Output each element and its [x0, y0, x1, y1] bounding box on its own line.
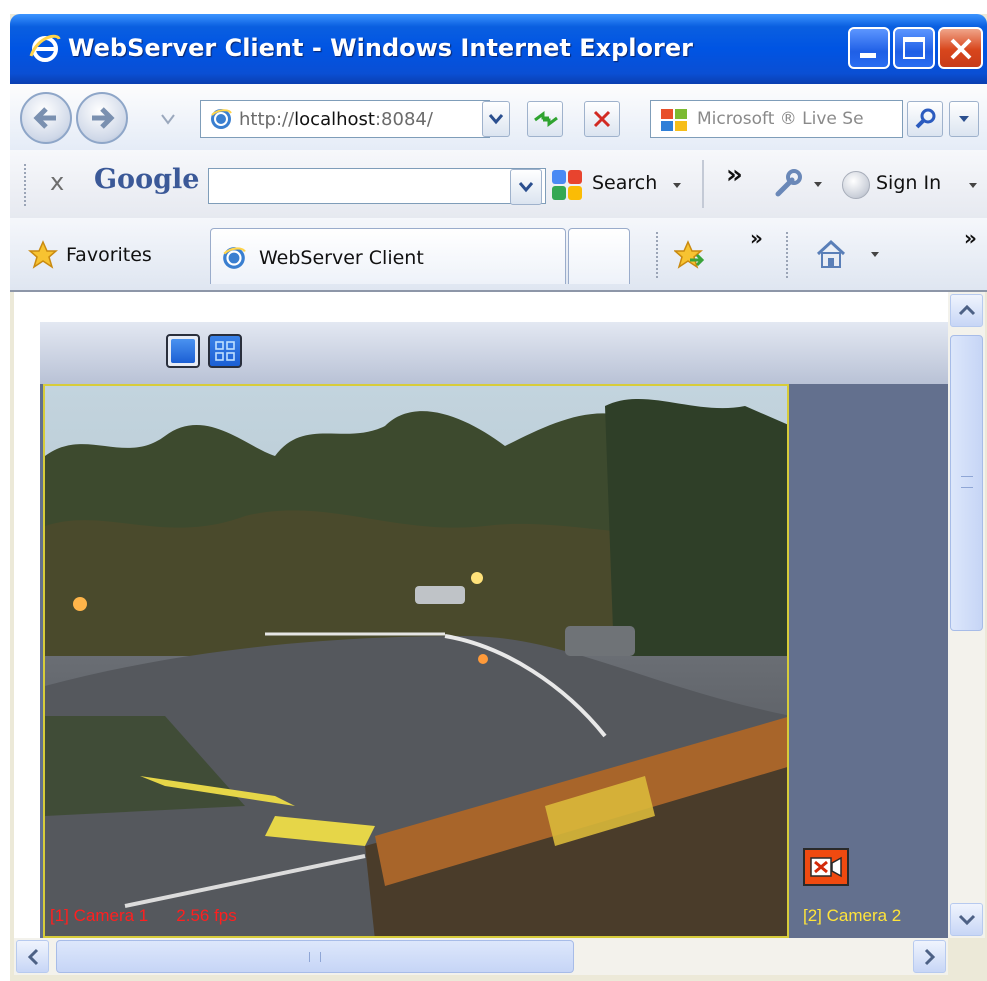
- chevron-down-icon[interactable]: [813, 181, 823, 188]
- grid-view-icon: [215, 341, 235, 361]
- search-label: Search: [592, 172, 658, 194]
- google-logo: Google: [94, 164, 200, 195]
- chevron-down-icon: [673, 183, 681, 188]
- more-favorites-chevron-icon[interactable]: »: [750, 226, 763, 250]
- chevron-down-icon: [969, 183, 977, 188]
- google-search-button[interactable]: Search: [550, 166, 690, 204]
- scroll-up-button[interactable]: [950, 294, 983, 327]
- windows-flag-icon: [661, 109, 687, 131]
- scroll-left-button[interactable]: [16, 940, 49, 973]
- favorites-button[interactable]: Favorites: [28, 236, 188, 276]
- sign-in-label: Sign In: [876, 172, 942, 194]
- chevron-down-icon: [959, 116, 969, 122]
- google-search-input[interactable]: [208, 168, 546, 204]
- camera-1-name: [1] Camera 1: [50, 906, 149, 925]
- magnifier-icon: [915, 108, 936, 129]
- navigation-bar: http://localhost:8084/ Microsoft ® Live …: [10, 84, 987, 151]
- close-icon: [950, 38, 972, 60]
- live-search-input[interactable]: Microsoft ® Live Se: [650, 100, 903, 138]
- refresh-icon: [534, 111, 558, 127]
- back-arrow-icon: [33, 107, 56, 129]
- search-options-button[interactable]: [949, 101, 979, 137]
- minimize-icon: [860, 53, 876, 58]
- horizontal-scroll-thumb[interactable]: [56, 940, 574, 973]
- chevron-down-icon[interactable]: [870, 251, 880, 258]
- new-tab-button[interactable]: [568, 228, 630, 284]
- google-colors-icon: [552, 170, 582, 200]
- favorites-tab-bar: Favorites WebServer Client » »: [10, 218, 987, 292]
- add-favorite-icon[interactable]: [674, 240, 706, 270]
- grip-icon: [309, 952, 321, 962]
- google-toolbar: x Google Search » Sign In: [10, 150, 987, 219]
- search-go-button[interactable]: [907, 101, 943, 137]
- chevron-down-icon: [488, 114, 504, 125]
- history-dropdown-icon[interactable]: [160, 112, 176, 126]
- back-button[interactable]: [20, 92, 72, 144]
- window-title: WebServer Client - Windows Internet Expl…: [68, 34, 693, 62]
- single-view-button[interactable]: [166, 334, 200, 368]
- stop-icon: [593, 110, 611, 128]
- google-search-dropdown[interactable]: [510, 169, 542, 205]
- scrollbar-corner: [948, 938, 985, 975]
- google-close-icon[interactable]: x: [50, 168, 64, 196]
- chevron-down-icon: [958, 914, 976, 926]
- more-tools-chevron-icon[interactable]: »: [726, 160, 743, 190]
- toolbar-separator: [786, 232, 788, 278]
- camera-1-view[interactable]: [43, 384, 789, 938]
- toolbar-grip[interactable]: [24, 164, 30, 206]
- wrench-icon[interactable]: [772, 168, 804, 200]
- vertical-scrollbar[interactable]: [948, 292, 985, 938]
- star-icon: [28, 240, 58, 269]
- maximize-button[interactable]: [893, 27, 935, 69]
- vertical-scroll-thumb[interactable]: [950, 335, 983, 631]
- camera-1-feed-image: [45, 386, 787, 936]
- grid-view-button[interactable]: [208, 334, 242, 368]
- address-dropdown-button[interactable]: [482, 101, 510, 137]
- chevron-right-icon: [924, 948, 936, 966]
- forward-arrow-icon: [92, 107, 115, 129]
- tab-title: WebServer Client: [259, 247, 424, 269]
- camera-2-label: [2] Camera 2: [803, 906, 902, 925]
- maximize-icon: [903, 37, 925, 59]
- horizontal-scrollbar[interactable]: [14, 938, 948, 975]
- home-icon[interactable]: [814, 238, 848, 270]
- page-globe-icon: [211, 109, 232, 129]
- close-button[interactable]: [938, 27, 983, 69]
- minimize-button[interactable]: [848, 27, 890, 69]
- title-bar: WebServer Client - Windows Internet Expl…: [10, 14, 987, 84]
- stop-button[interactable]: [584, 101, 620, 137]
- tab-webserver-client[interactable]: WebServer Client: [210, 228, 566, 284]
- camera-off-icon: [803, 848, 849, 886]
- live-search-placeholder: Microsoft ® Live Se: [697, 109, 864, 129]
- ie-logo-icon: [29, 34, 61, 62]
- favorites-label: Favorites: [66, 244, 152, 266]
- sign-in-button[interactable]: Sign In: [840, 166, 982, 204]
- chevron-left-icon: [27, 948, 39, 966]
- address-bar[interactable]: http://localhost:8084/: [200, 100, 490, 138]
- refresh-button[interactable]: [527, 101, 563, 137]
- camera-1-fps: 2.56 fps: [176, 906, 237, 925]
- camera-1-label: [1] Camera 1 2.56 fps: [50, 906, 237, 926]
- scroll-right-button[interactable]: [913, 940, 946, 973]
- chevron-up-icon: [958, 304, 976, 316]
- single-view-icon: [171, 339, 195, 363]
- toolbar-separator: [656, 232, 658, 278]
- toolbar-separator: [702, 160, 704, 208]
- scroll-down-button[interactable]: [950, 903, 983, 936]
- camera-2-view[interactable]: [2] Camera 2: [789, 384, 951, 938]
- viewer-toolbar: [40, 322, 951, 384]
- forward-button[interactable]: [76, 92, 128, 144]
- page-globe-icon: [223, 247, 246, 269]
- chevron-down-icon: [518, 182, 534, 193]
- address-url[interactable]: http://localhost:8084/: [239, 109, 433, 130]
- grip-icon: [961, 476, 973, 488]
- more-commands-chevron-icon[interactable]: »: [964, 226, 977, 250]
- user-avatar-icon: [842, 171, 870, 199]
